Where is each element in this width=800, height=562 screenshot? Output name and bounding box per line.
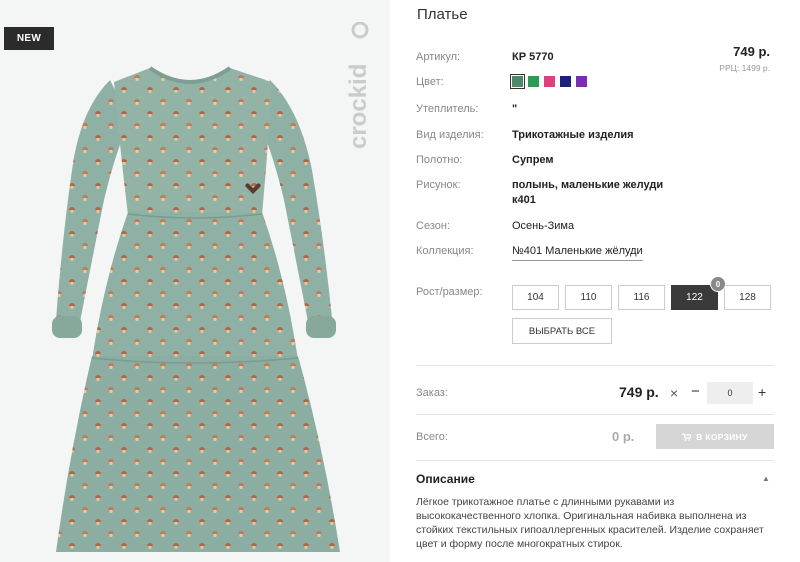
collection-link[interactable]: №401 Маленькие жёлуди (512, 245, 643, 261)
brand-watermark-text: crockid (348, 64, 372, 149)
total-label: Всего: (416, 431, 448, 443)
description-text: Лёгкое трикотажное платье с длинными рук… (416, 496, 764, 550)
season-label: Сезон: (416, 220, 450, 232)
color-swatch-1[interactable] (510, 74, 525, 89)
divider (416, 460, 774, 461)
rrp-price: РРЦ: 1499 р. (719, 63, 770, 73)
new-badge: NEW (4, 27, 54, 50)
season-value: Осень-Зима (512, 220, 575, 232)
add-to-cart-button[interactable]: В КОРЗИНУ (656, 424, 774, 449)
size-110-button[interactable]: 110 (565, 285, 612, 310)
article-value: КР 5770 (512, 51, 554, 63)
order-price: 749 р. (619, 384, 659, 400)
size-116-button[interactable]: 116 (618, 285, 665, 310)
divider (416, 365, 774, 366)
size-label: Рост/размер: (416, 286, 483, 298)
color-swatch-2[interactable] (528, 76, 539, 87)
size-count-badge: 0 (710, 276, 726, 292)
increase-quantity-button[interactable]: + (758, 384, 766, 400)
description-title[interactable]: Описание (416, 472, 475, 486)
times-icon: × (670, 385, 679, 401)
brand-watermark: crockid (348, 22, 372, 149)
product-photo[interactable]: NEW crockid (0, 0, 390, 562)
divider (416, 414, 774, 415)
size-104-button[interactable]: 104 (512, 285, 559, 310)
select-all-button[interactable]: ВЫБРАТЬ ВСЕ (512, 318, 612, 344)
kind-label: Вид изделия: (416, 129, 484, 141)
pattern-label: Рисунок: (416, 179, 461, 191)
color-swatch-5[interactable] (576, 76, 587, 87)
fabric-value: Супрем (512, 154, 554, 166)
pattern-value-line1: полынь, маленькие желуди (512, 179, 664, 191)
collection-label: Коллекция: (416, 245, 474, 257)
pattern-value-line2: к401 (512, 194, 536, 206)
dress-image (52, 66, 340, 552)
decrease-quantity-button[interactable]: − (691, 383, 700, 400)
kind-value: Трикотажные изделия (512, 129, 634, 141)
size-options: 104 110 116 122 128 (512, 285, 771, 310)
color-swatches (510, 74, 587, 89)
product-details: Платье 749 р. РРЦ: 1499 р. Артикул: КР 5… (390, 0, 800, 562)
filler-value: " (512, 103, 518, 115)
cart-icon (682, 432, 692, 441)
color-label: Цвет: (416, 76, 444, 88)
product-price: 749 р. (733, 44, 770, 59)
fabric-label: Полотно: (416, 154, 463, 166)
product-title: Платье (417, 6, 468, 23)
color-swatch-4[interactable] (560, 76, 571, 87)
color-swatch-3[interactable] (544, 76, 555, 87)
article-label: Артикул: (416, 51, 461, 63)
filler-label: Утеплитель: (416, 103, 479, 115)
order-label: Заказ: (416, 387, 448, 399)
add-to-cart-label: В КОРЗИНУ (696, 431, 748, 442)
quantity-input[interactable] (707, 382, 753, 404)
size-128-button[interactable]: 128 (724, 285, 771, 310)
collapse-icon[interactable]: ▲ (762, 474, 770, 483)
total-value: 0 р. (612, 429, 635, 444)
